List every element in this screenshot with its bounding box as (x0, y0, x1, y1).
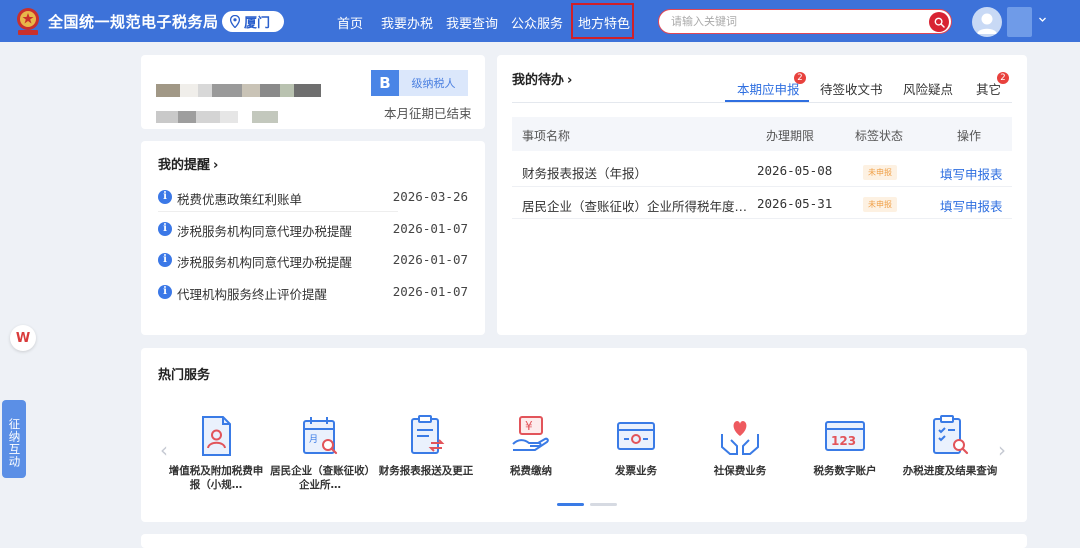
heart-hands-icon (721, 421, 759, 455)
column-header: 操作 (957, 129, 982, 143)
search-box (658, 9, 952, 34)
svg-text:¥: ¥ (525, 419, 533, 433)
row-divider (512, 218, 1012, 219)
city-name: 厦门 (244, 16, 271, 31)
top-header: 全国统一规范电子税务局 厦门 首页 我要办税 我要查询 公众服务 地方特色 (0, 0, 1080, 42)
reminder-item[interactable]: i 涉税服务机构同意代理办税提醒 2026-01-07 (158, 219, 468, 239)
tax-emblem-icon[interactable] (14, 6, 42, 36)
todo-deadline: 2026-05-08 (757, 163, 833, 178)
taxpayer-type-label: 级纳税人 (399, 70, 468, 96)
nav-highlight-box (571, 3, 634, 39)
digital-account-icon: 123 (825, 421, 865, 451)
interaction-side-tab[interactable]: 征纳互动 (2, 400, 26, 478)
reminder-item[interactable]: i 税费优惠政策红利账单 2026-03-26 (158, 187, 468, 207)
chevron-right-icon: › (213, 158, 219, 173)
column-header: 标签状态 (855, 129, 904, 143)
location-pin-icon (230, 15, 240, 28)
search-icon (934, 17, 945, 28)
tab-divider (512, 102, 1012, 103)
svg-text:月: 月 (309, 434, 318, 445)
column-header: 办理期限 (766, 129, 815, 143)
row-divider (512, 186, 1012, 187)
info-icon: i (158, 285, 172, 299)
tab-risk-doubts[interactable]: 风险疑点 (903, 79, 953, 98)
nav-tax-handling[interactable]: 我要办税 (381, 13, 433, 32)
hot-services-title: 热门服务 (158, 368, 211, 383)
reminder-item[interactable]: i 涉税服务机构同意代理办税提醒 2026-01-07 (158, 250, 468, 270)
tax-form-person-icon (202, 416, 231, 456)
carousel-indicator[interactable] (590, 503, 617, 506)
info-icon: i (158, 222, 172, 236)
taxpayer-grade-badge: B (371, 70, 399, 96)
nav-public-service[interactable]: 公众服务 (511, 13, 563, 32)
site-title[interactable]: 全国统一规范电子税务局 (48, 11, 219, 32)
info-icon: i (158, 190, 172, 204)
tab-other[interactable]: 其它 (976, 79, 1001, 98)
todo-item-name: 财务报表报送（年报） (522, 166, 648, 181)
search-input[interactable] (671, 10, 921, 33)
column-header: 事项名称 (522, 129, 571, 143)
tab-count-badge: 2 (794, 72, 806, 84)
todo-deadline: 2026-05-31 (757, 196, 833, 211)
city-selector[interactable]: 厦门 (222, 11, 284, 32)
tab-count-badge: 2 (997, 72, 1009, 84)
info-icon: i (158, 253, 172, 267)
user-avatar[interactable] (972, 7, 1002, 37)
chevron-down-icon[interactable] (1038, 15, 1047, 24)
report-exchange-icon (411, 415, 445, 454)
reminders-title[interactable]: 我的提醒 › (158, 154, 218, 173)
tab-current-declaration[interactable]: 本期应申报 (737, 79, 800, 98)
reminder-divider (158, 211, 398, 212)
active-tab-indicator (725, 100, 809, 102)
reminder-item[interactable]: i 代理机构服务终止评价提醒 2026-01-07 (158, 282, 468, 302)
nav-home[interactable]: 首页 (337, 13, 363, 32)
calendar-search-icon: 月 (303, 417, 338, 455)
month-status-text: 本月征期已结束 (384, 106, 472, 121)
search-button[interactable] (929, 12, 949, 32)
user-name-block[interactable] (1007, 7, 1032, 37)
todo-item-name: 居民企业（查账征收）企业所得税年度… (522, 199, 748, 214)
chevron-right-icon: › (567, 73, 573, 88)
carousel-prev-button[interactable]: ‹ (160, 438, 168, 462)
carousel-indicator-active[interactable] (557, 503, 584, 506)
todo-title[interactable]: 我的待办 › (512, 69, 572, 88)
next-section-card (141, 534, 1027, 548)
todo-table-header (512, 117, 1012, 151)
floating-w-button[interactable]: W (10, 325, 36, 351)
carousel-next-button[interactable]: › (998, 438, 1006, 462)
tab-documents-to-sign[interactable]: 待签收文书 (820, 79, 883, 98)
progress-search-icon (933, 415, 969, 455)
invoice-icon (617, 422, 655, 450)
fill-declaration-link[interactable]: 填写申报表 (940, 196, 1003, 215)
status-badge: 未申报 (863, 197, 897, 212)
hot-services-card (141, 348, 1027, 522)
nav-query[interactable]: 我要查询 (446, 13, 498, 32)
status-badge: 未申报 (863, 165, 897, 180)
svg-text:123: 123 (831, 434, 856, 448)
yuan-hand-icon: ¥ (512, 416, 549, 451)
fill-declaration-link[interactable]: 填写申报表 (940, 164, 1003, 183)
user-icon (977, 13, 997, 34)
